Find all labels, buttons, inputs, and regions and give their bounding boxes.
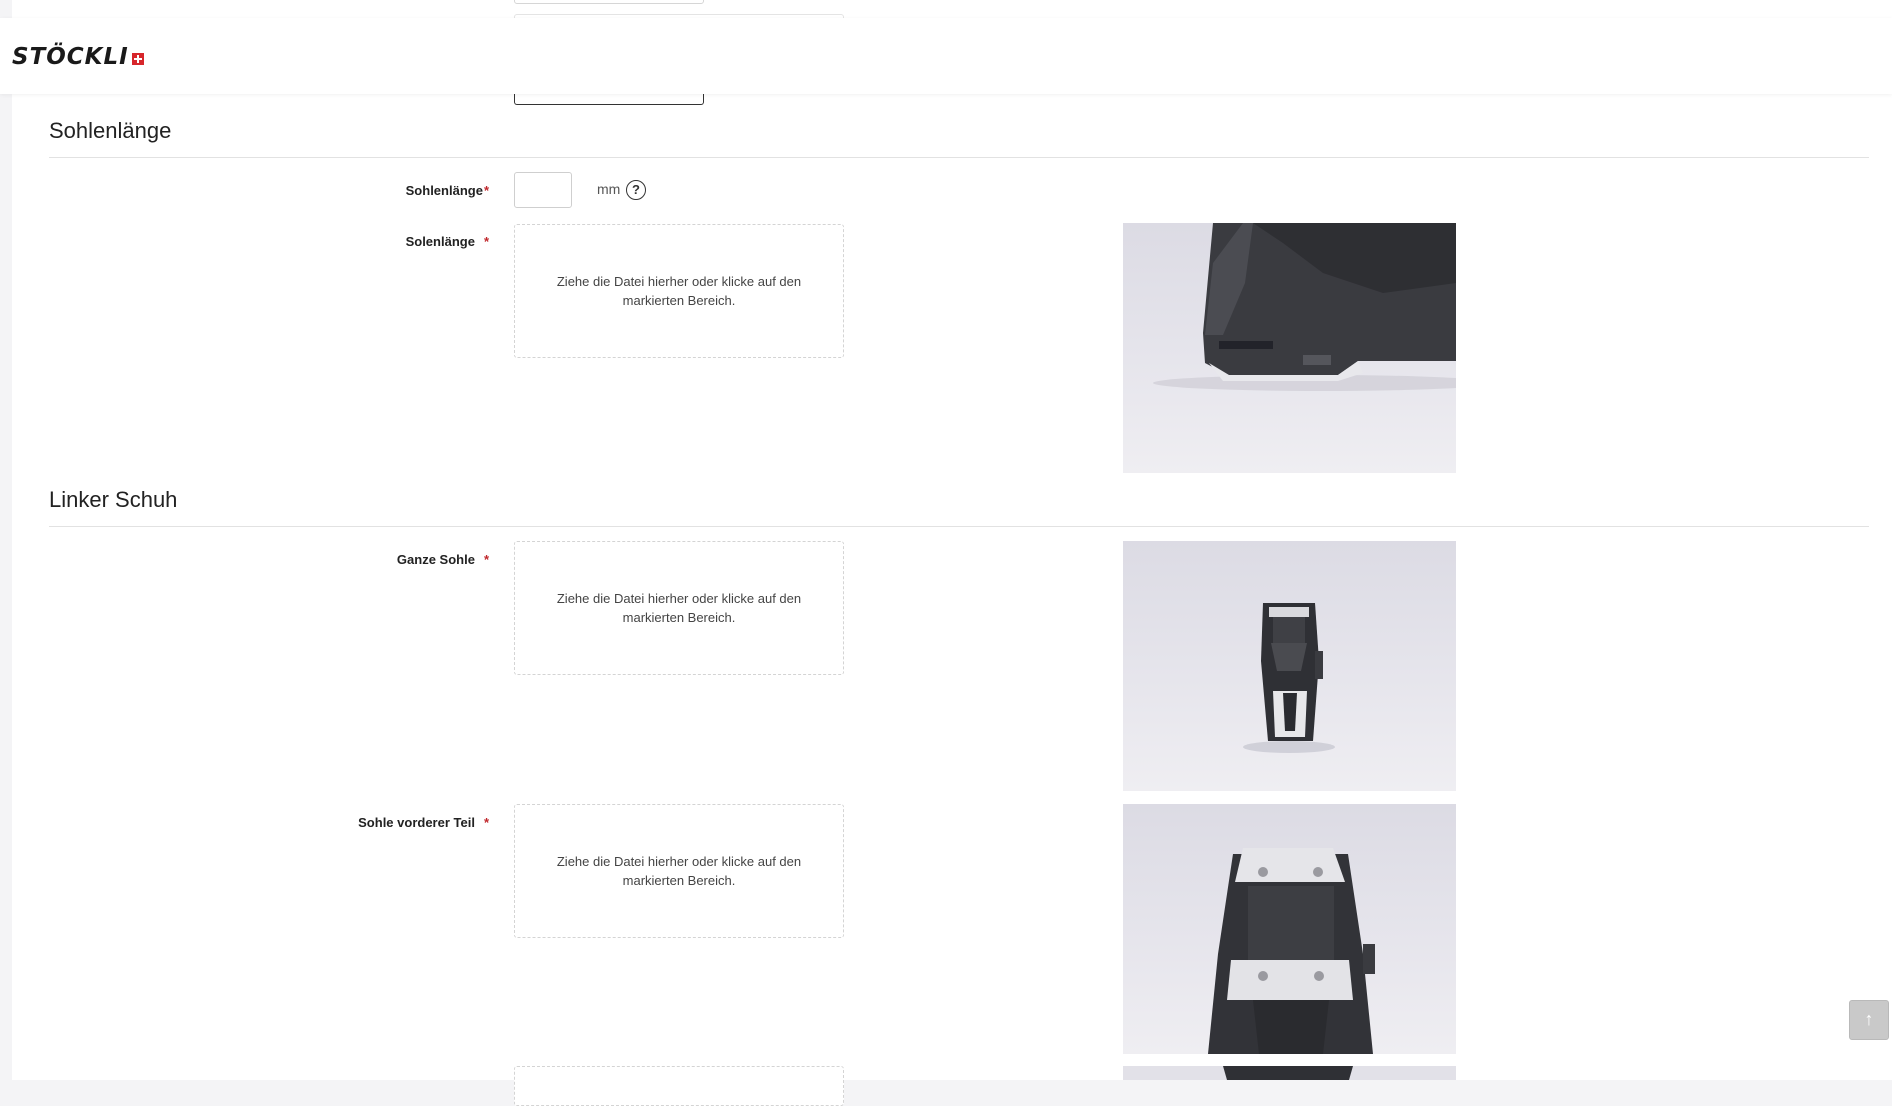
example-photo-front-sole: [1123, 804, 1456, 1054]
field-label-sohle-vorderer-teil: Sohle vorderer Teil *: [358, 815, 489, 830]
section-divider: [49, 157, 1869, 158]
boot-partial-illustration: [1223, 1066, 1353, 1080]
section-divider: [49, 526, 1869, 527]
brand-logo[interactable]: STÖCKLI: [12, 44, 144, 70]
unit-label: mm: [597, 181, 621, 197]
boot-sole-illustration: [1243, 603, 1335, 753]
field-label-sohlenlaenge: Sohlenlänge*: [406, 183, 489, 198]
example-photo-whole-sole: [1123, 541, 1456, 791]
field-label-ganze-sohle: Ganze Sohle *: [397, 552, 489, 567]
dropzone-text: Ziehe die Datei hierher oder klicke auf …: [556, 591, 802, 625]
field-label-solenlaenge: Solenlänge *: [406, 234, 489, 249]
label-text: Ganze Sohle: [396, 552, 475, 567]
arrow-up-icon[interactable]: ↑: [1849, 1000, 1889, 1040]
swiss-cross-icon: [131, 53, 144, 65]
required-mark: *: [483, 234, 489, 249]
dropzone-text: Ziehe die Datei hierher oder klicke auf …: [556, 274, 802, 308]
dropzone-ganze-sohle[interactable]: Ziehe die Datei hierher oder klicke auf …: [514, 541, 844, 675]
site-header: STÖCKLI: [0, 18, 1892, 94]
required-mark: *: [483, 552, 489, 567]
label-text: Sohlenlänge: [405, 183, 483, 198]
required-mark: *: [483, 815, 489, 830]
boot-side-illustration: [1153, 223, 1456, 391]
dropzone-solenlaenge[interactable]: Ziehe die Datei hierher oder klicke auf …: [514, 224, 844, 358]
example-photo-sole-length: [1123, 223, 1456, 473]
boot-front-sole-illustration: [1208, 848, 1375, 1054]
sohlenlaenge-input[interactable]: [514, 172, 572, 208]
dropzone-text: Ziehe die Datei hierher oder klicke auf …: [556, 854, 802, 888]
section-title-sohlenlaenge: Sohlenlänge: [49, 118, 172, 143]
page-content: Sohlenlänge Sohlenlänge* mm ? Solenlänge…: [12, 0, 1892, 1106]
label-text: Sohle vorderer Teil: [358, 815, 475, 830]
section-title-linker-schuh: Linker Schuh: [49, 487, 178, 512]
example-photo-next-partial: [1123, 1066, 1456, 1080]
partial-input-above[interactable]: [514, 0, 704, 4]
label-text: Solenlänge: [405, 234, 475, 249]
dropzone-next-partial[interactable]: [514, 1066, 844, 1106]
question-circle-icon[interactable]: ?: [626, 180, 646, 200]
dropzone-sohle-vorderer-teil[interactable]: Ziehe die Datei hierher oder klicke auf …: [514, 804, 844, 938]
required-mark: *: [483, 183, 489, 198]
logo-text: STÖCKLI: [12, 44, 129, 70]
